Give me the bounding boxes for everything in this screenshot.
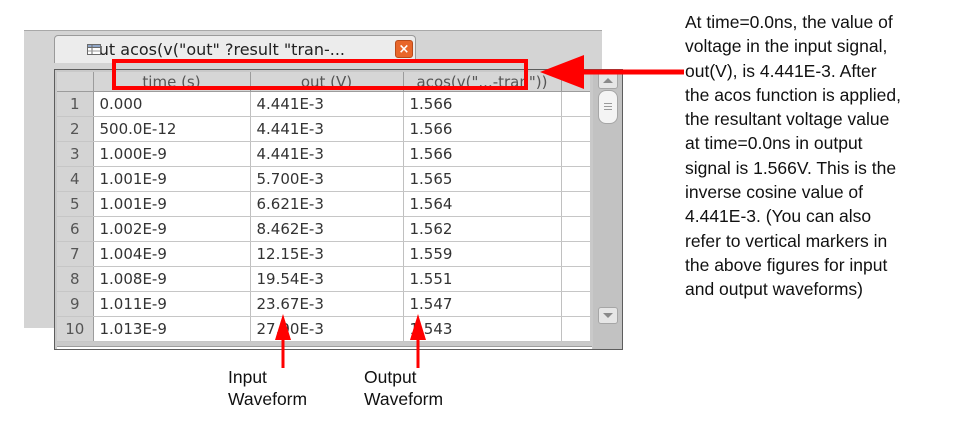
input-arrow-icon (275, 314, 291, 368)
pointer-arrow-icon (540, 55, 684, 89)
annotation-arrows (275, 55, 684, 368)
output-arrow-icon (410, 314, 426, 368)
